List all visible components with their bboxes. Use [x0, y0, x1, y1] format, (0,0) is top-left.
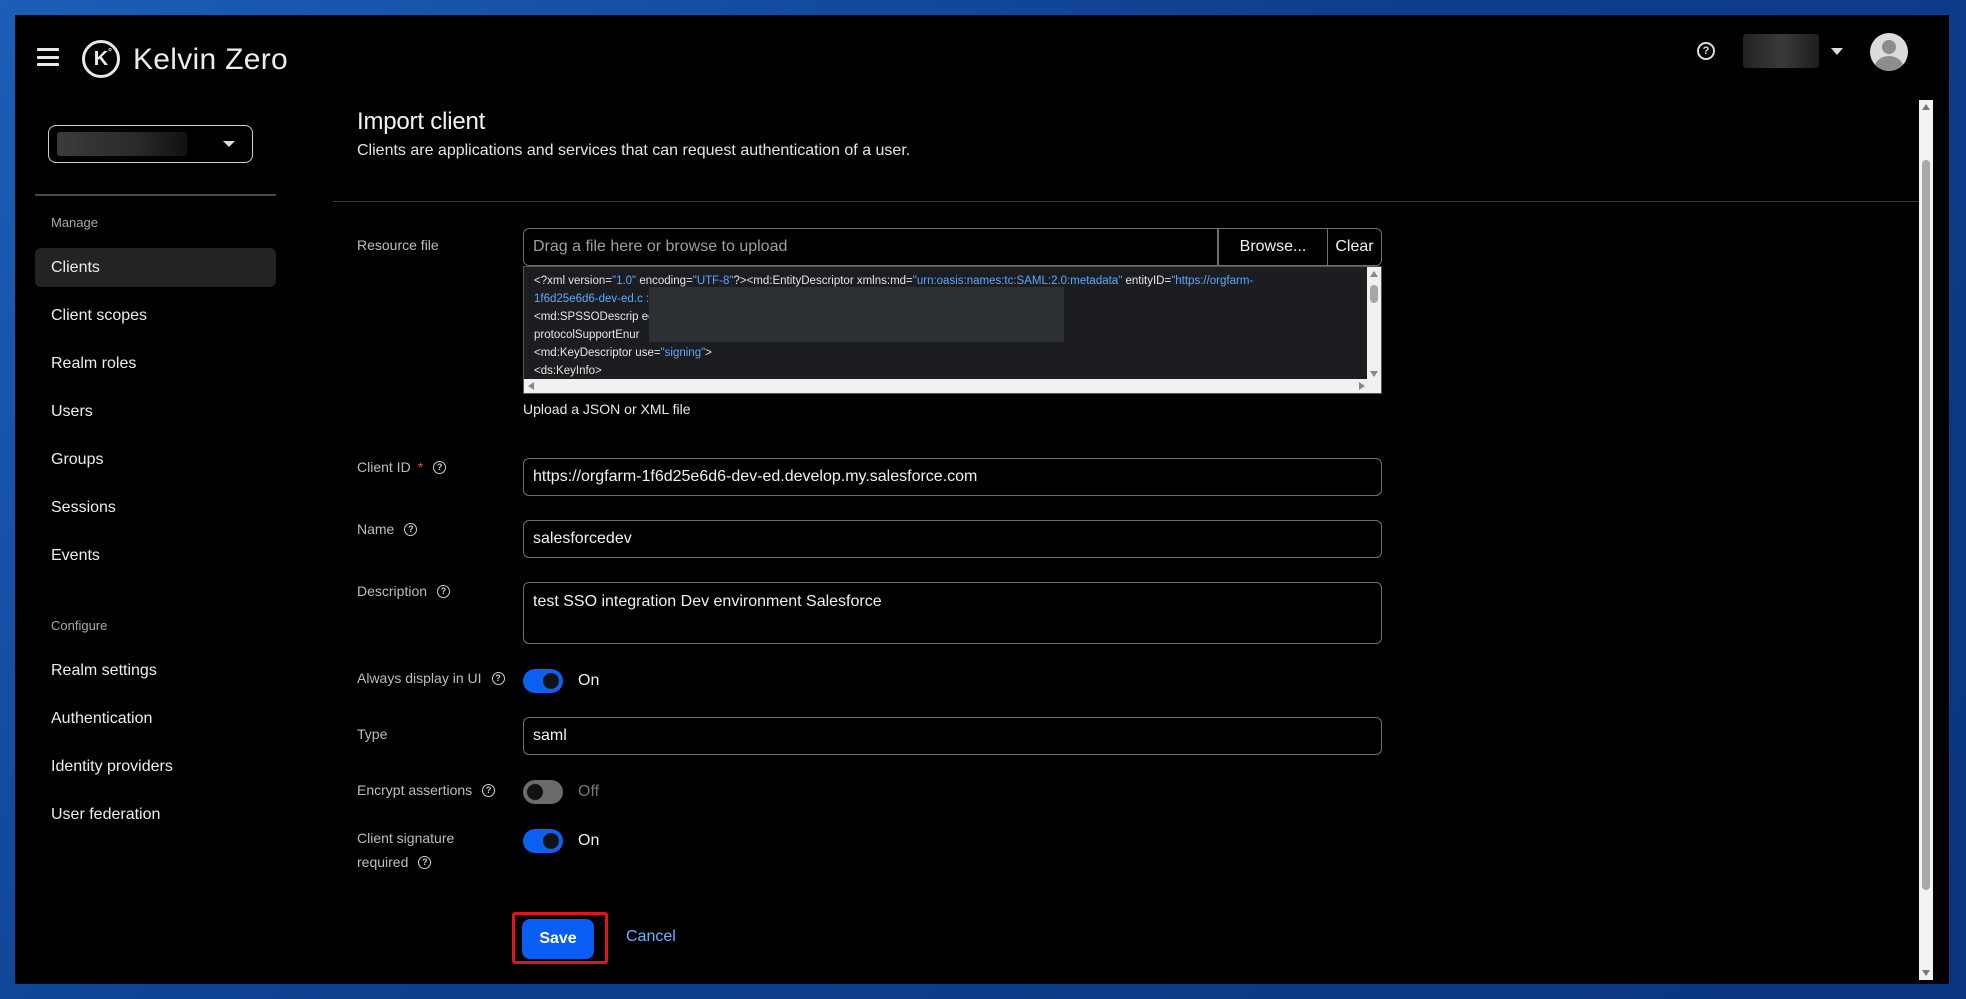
user-menu-toggle[interactable]: [1743, 33, 1843, 69]
sidebar-item-events[interactable]: Events: [35, 536, 276, 575]
sidebar-item-users[interactable]: Users: [35, 392, 276, 431]
upload-placeholder: Drag a file here or browse to upload: [533, 238, 788, 255]
sidebar-item-identity-providers[interactable]: Identity providers: [35, 747, 276, 786]
preview-vertical-scrollbar[interactable]: [1367, 267, 1381, 381]
file-upload-dropzone[interactable]: Drag a file here or browse to upload: [523, 228, 1218, 266]
sidebar-section-manage: Manage: [51, 215, 98, 230]
sidebar-item-sessions[interactable]: Sessions: [35, 488, 276, 527]
caret-down-icon: [1831, 47, 1843, 55]
sidebar-item-user-federation[interactable]: User federation: [35, 795, 276, 834]
encrypt-assertions-label: Encrypt assertions?: [357, 782, 496, 798]
sidebar-item-realm-settings[interactable]: Realm settings: [35, 651, 276, 690]
resource-file-label: Resource file: [357, 237, 439, 253]
client-signature-label-line2: required?: [357, 854, 432, 870]
page-title: Import client: [357, 108, 486, 135]
sidebar-item-client-scopes[interactable]: Client scopes: [35, 296, 276, 335]
realm-selector[interactable]: [48, 125, 253, 163]
save-button[interactable]: Save: [522, 919, 594, 959]
help-icon[interactable]: ?: [1697, 42, 1715, 60]
app-window: K ° Kelvin Zero ? Manage Clients Client s…: [15, 15, 1949, 984]
sidebar-section-configure: Configure: [51, 618, 108, 633]
cancel-link[interactable]: Cancel: [626, 928, 676, 946]
clear-button[interactable]: Clear: [1328, 228, 1382, 266]
encrypt-assertions-toggle[interactable]: [523, 780, 563, 804]
client-signature-toggle[interactable]: [523, 829, 563, 853]
redacted-username: [1743, 34, 1819, 68]
always-display-label: Always display in UI?: [357, 670, 505, 686]
client-id-input[interactable]: https://orgfarm-1f6d25e6d6-dev-ed.develo…: [523, 458, 1382, 496]
name-label: Name?: [357, 521, 418, 537]
client-signature-label-line1: Client signature: [357, 830, 455, 846]
help-icon[interactable]: ?: [437, 584, 451, 598]
type-label: Type: [357, 726, 388, 742]
client-id-label: Client ID *?: [357, 459, 447, 475]
description-label: Description?: [357, 583, 451, 599]
hamburger-menu-icon[interactable]: [37, 48, 59, 66]
type-input[interactable]: saml: [523, 717, 1382, 755]
name-input[interactable]: salesforcedev: [523, 520, 1382, 558]
code-line: <?xml version="1.0" encoding="UTF-8"?><m…: [534, 275, 1254, 287]
sidebar-item-clients[interactable]: Clients: [35, 248, 276, 287]
sidebar-item-authentication[interactable]: Authentication: [35, 699, 276, 738]
page-scrollbar[interactable]: [1919, 100, 1933, 980]
required-asterisk: *: [417, 459, 424, 475]
sidebar-item-realm-roles[interactable]: Realm roles: [35, 344, 276, 383]
sidebar-divider: [35, 194, 276, 196]
code-line: <ds:KeyInfo>: [534, 365, 602, 377]
preview-horizontal-scrollbar[interactable]: [524, 379, 1381, 393]
encrypt-assertions-state: Off: [578, 783, 600, 800]
code-line: <md:KeyDescriptor use="signing">: [534, 347, 712, 359]
code-line: protocolSupportEnur: [534, 329, 640, 341]
brand-name: Kelvin Zero: [133, 43, 289, 76]
always-display-state: On: [578, 672, 600, 689]
help-icon[interactable]: ?: [482, 783, 496, 797]
always-display-toggle[interactable]: [523, 669, 563, 693]
client-signature-state: On: [578, 832, 600, 849]
upload-helper-text: Upload a JSON or XML file: [523, 401, 691, 417]
kelvin-zero-logo-icon: K °: [82, 40, 120, 78]
help-icon[interactable]: ?: [404, 522, 418, 536]
redacted-code-region: [649, 287, 1064, 342]
caret-down-icon: [223, 141, 235, 147]
avatar[interactable]: [1870, 33, 1908, 71]
browse-button[interactable]: Browse...: [1218, 228, 1328, 266]
page-subtitle: Clients are applications and services th…: [357, 142, 911, 159]
redacted-realm-name: [57, 132, 187, 156]
header-divider: [333, 201, 1933, 202]
help-icon[interactable]: ?: [433, 460, 447, 474]
resource-file-preview[interactable]: <?xml version="1.0" encoding="UTF-8"?><m…: [523, 266, 1382, 394]
help-icon[interactable]: ?: [491, 671, 505, 685]
help-icon[interactable]: ?: [418, 855, 432, 869]
description-textarea[interactable]: test SSO integration Dev environment Sal…: [523, 582, 1382, 644]
sidebar-item-groups[interactable]: Groups: [35, 440, 276, 479]
